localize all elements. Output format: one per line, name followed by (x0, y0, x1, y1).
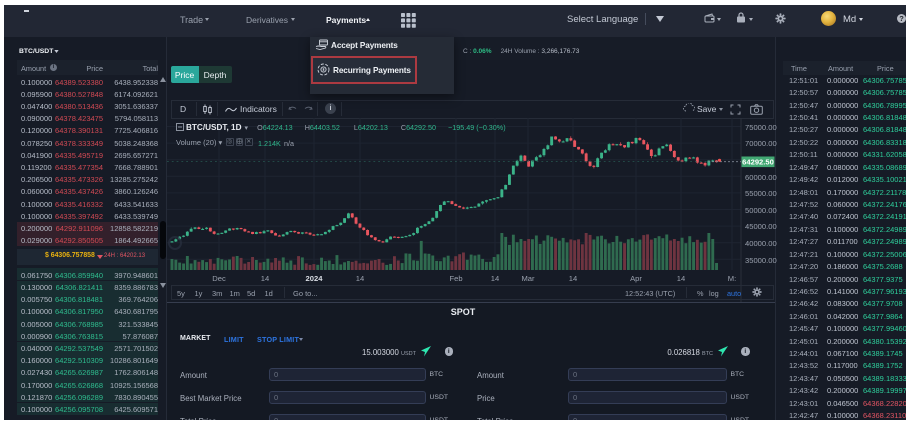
svg-text:64292.50: 64292.50 (742, 158, 774, 167)
